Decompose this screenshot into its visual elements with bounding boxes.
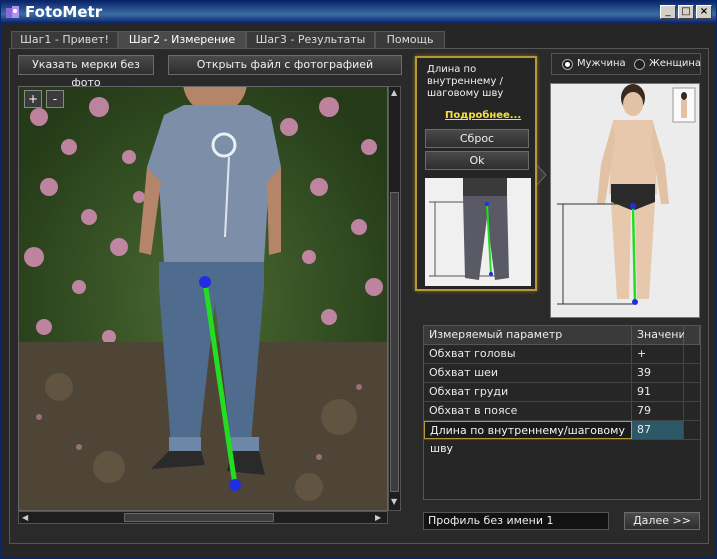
ok-button[interactable]: Ok: [425, 151, 529, 170]
app-logo-icon: [6, 6, 19, 18]
close-button[interactable]: ×: [696, 5, 712, 19]
person-photo: [19, 87, 387, 510]
more-info-link[interactable]: Подробнее...: [445, 110, 521, 121]
table-row[interactable]: Обхват в поясе 79: [424, 402, 700, 421]
value-cell[interactable]: +: [632, 345, 684, 363]
zoom-out-button[interactable]: -: [46, 90, 64, 108]
title-bar: FotoMetr _ □ ×: [1, 1, 716, 23]
reset-button[interactable]: Сброс: [425, 129, 529, 148]
measurement-tip-panel: Длина по внутреннему / шаговому шву Подр…: [415, 56, 537, 291]
profile-name-field[interactable]: Профиль без имени 1: [423, 512, 609, 530]
parameter-cell: Обхват головы: [424, 345, 632, 363]
tip-pointer-icon: [537, 165, 547, 185]
scroll-down-icon[interactable]: ▼: [391, 497, 397, 506]
tab-step1[interactable]: Шаг1 - Привет!: [11, 31, 118, 48]
tip-title: Длина по внутреннему / шаговому шву: [427, 64, 504, 99]
photo-vertical-scrollbar[interactable]: ▲ ▼: [388, 86, 401, 511]
value-cell[interactable]: 91: [632, 383, 684, 401]
horizontal-scroll-thumb[interactable]: [124, 513, 274, 522]
photo-horizontal-scrollbar[interactable]: ◀ ▶: [18, 511, 388, 524]
tab-help[interactable]: Помощь: [375, 31, 445, 48]
minimize-button[interactable]: _: [660, 5, 676, 19]
table-row[interactable]: Обхват груди 91: [424, 383, 700, 402]
photo-canvas[interactable]: [18, 86, 388, 511]
table-row[interactable]: Обхват головы +: [424, 345, 700, 364]
value-cell[interactable]: 87: [632, 421, 684, 439]
scroll-left-icon[interactable]: ◀: [22, 513, 28, 522]
gender-selector: Мужчина Женщина: [551, 53, 701, 75]
parameter-cell: Обхват в поясе: [424, 402, 632, 420]
value-cell[interactable]: 39: [632, 364, 684, 382]
zoom-in-button[interactable]: +: [24, 90, 42, 108]
vertical-scroll-thumb[interactable]: [390, 192, 399, 492]
column-header-value[interactable]: Значение: [632, 326, 692, 345]
parameter-cell: Обхват шеи: [424, 364, 632, 382]
window-title: FotoMetr: [25, 3, 103, 21]
tab-step3[interactable]: Шаг3 - Результаты: [246, 31, 375, 48]
parameter-cell: Длина по внутреннему/шаговому шву: [424, 421, 632, 455]
table-row[interactable]: Обхват шеи 39: [424, 364, 700, 383]
female-radio[interactable]: [634, 59, 645, 70]
female-label[interactable]: Женщина: [649, 58, 701, 69]
column-header-spacer: [684, 326, 700, 345]
male-label[interactable]: Мужчина: [577, 58, 626, 69]
app-window: FotoMetr _ □ × Шаг1 - Привет! Шаг2 - Изм…: [0, 0, 717, 559]
no-photo-button[interactable]: Указать мерки без фото: [18, 55, 154, 89]
tab-step2[interactable]: Шаг2 - Измерение: [118, 31, 246, 48]
scroll-up-icon[interactable]: ▲: [391, 88, 397, 97]
measurements-table: Измеряемый параметр Значение Обхват голо…: [423, 325, 701, 500]
next-button[interactable]: Далее >>: [624, 512, 700, 530]
scroll-right-icon[interactable]: ▶: [375, 513, 381, 522]
open-file-button[interactable]: Открыть файл с фотографией: [168, 55, 402, 75]
male-radio[interactable]: [562, 59, 573, 70]
measure-end-handle[interactable]: [229, 479, 241, 491]
parameter-cell: Обхват груди: [424, 383, 632, 401]
value-cell[interactable]: 79: [632, 402, 684, 420]
tip-illustration: [425, 178, 531, 286]
measure-start-handle[interactable]: [199, 276, 211, 288]
reference-model-image: [550, 83, 700, 318]
maximize-button[interactable]: □: [678, 5, 694, 19]
table-row-selected[interactable]: Длина по внутреннему/шаговому шву 87: [424, 421, 700, 455]
column-header-parameter[interactable]: Измеряемый параметр: [424, 326, 632, 345]
